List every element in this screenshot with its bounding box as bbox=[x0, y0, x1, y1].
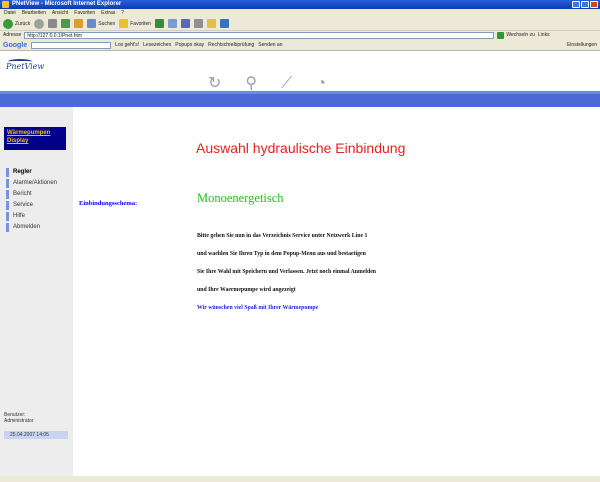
schema-label: Einbindungsschema: bbox=[79, 200, 138, 207]
back-label: Zurück bbox=[15, 20, 31, 27]
menu-help[interactable]: ? bbox=[121, 9, 124, 17]
messenger-icon[interactable] bbox=[220, 19, 230, 28]
user-name: Administrator bbox=[4, 418, 34, 424]
menu-bearbeiten[interactable]: Bearbeiten bbox=[22, 9, 46, 17]
menu-favoriten[interactable]: Favoriten bbox=[74, 9, 95, 17]
chart-icon[interactable]: ⟋ bbox=[281, 76, 292, 92]
nav-marker bbox=[6, 201, 9, 210]
google-toolbar: Google Los geht's! Lesezeichen Popups ok… bbox=[0, 40, 600, 51]
back-button[interactable]: Zurück bbox=[3, 18, 31, 29]
popups-button[interactable]: Popups okay bbox=[175, 42, 204, 48]
menu-ansicht[interactable]: Ansicht bbox=[52, 9, 68, 17]
favorites-button[interactable]: Favoriten bbox=[119, 19, 151, 28]
nav-marker bbox=[6, 223, 9, 232]
nav-marker bbox=[6, 168, 9, 177]
links-button[interactable]: Links bbox=[538, 31, 550, 40]
star-icon bbox=[119, 19, 129, 28]
settings-button[interactable]: Einstellungen bbox=[567, 42, 597, 48]
lightbulb-icon[interactable]: ⚲ bbox=[245, 76, 257, 92]
stop-icon[interactable] bbox=[48, 19, 58, 28]
close-button[interactable] bbox=[590, 1, 598, 8]
instruction-line: und waehlen Sie Ihren Typ in dem Popup-M… bbox=[197, 251, 366, 257]
sidebar-item-hilfe[interactable]: Hilfe bbox=[6, 211, 73, 222]
edit-icon[interactable] bbox=[194, 19, 204, 28]
menubar: Datei Bearbeiten Ansicht Favoriten Extra… bbox=[0, 9, 600, 17]
wp-display-link[interactable]: Wärmepumpen Display bbox=[4, 127, 66, 150]
history-icon[interactable] bbox=[155, 19, 165, 28]
google-search-input[interactable] bbox=[31, 41, 112, 49]
ie-icon bbox=[2, 1, 9, 8]
nav-marker bbox=[6, 212, 9, 221]
spellcheck-button[interactable]: Rechtschreibprüfung bbox=[208, 42, 254, 48]
sidebar-item-regler[interactable]: Regler bbox=[6, 167, 73, 178]
refresh-icon[interactable]: ↻ bbox=[208, 76, 221, 92]
sidebar-item-abmelden[interactable]: Abmelden bbox=[6, 222, 73, 233]
wp-display-line1: Wärmepumpen bbox=[7, 130, 51, 136]
page-title: Auswahl hydraulische Einbindung bbox=[196, 140, 406, 156]
instruction-line: Bitte gehen Sie nun in das Verzeichnis S… bbox=[197, 233, 368, 239]
sidebar-item-label: Regler bbox=[13, 169, 32, 175]
sidebar-item-label: Alarme/Aktionen bbox=[13, 180, 58, 186]
refresh-icon[interactable] bbox=[61, 19, 71, 28]
addressbar: Adresse http://127.0.0.1/Pnet.htm Wechse… bbox=[0, 31, 600, 40]
schema-value: Monoenergetisch bbox=[197, 191, 284, 205]
favorites-label: Favoriten bbox=[130, 20, 152, 27]
browser-toolbar: Zurück Suchen Favoriten bbox=[0, 17, 600, 31]
sidebar-item-bericht[interactable]: Bericht bbox=[6, 189, 73, 200]
statusbar bbox=[0, 476, 600, 482]
minimize-button[interactable] bbox=[572, 1, 580, 8]
header-band bbox=[0, 91, 600, 107]
bookmarks-button[interactable]: Lesezeichen bbox=[143, 42, 171, 48]
menu-extras[interactable]: Extras bbox=[101, 9, 115, 17]
instruction-line: Sie Ihre Wahl mit Speichern und Verlasse… bbox=[197, 269, 377, 275]
print-icon[interactable] bbox=[181, 19, 191, 28]
sidebar-nav: Regler Alarme/Aktionen Bericht Service H… bbox=[6, 167, 73, 233]
search-label: Suchen bbox=[98, 20, 116, 27]
forward-button[interactable] bbox=[34, 18, 45, 29]
back-arrow-icon bbox=[3, 18, 13, 29]
go-label: Wechseln zu bbox=[506, 32, 535, 38]
address-label: Adresse bbox=[3, 32, 22, 38]
timer-icon[interactable]: ◔ bbox=[316, 76, 326, 92]
address-input[interactable]: http://127.0.0.1/Pnet.htm bbox=[24, 32, 495, 39]
main-content: Auswahl hydraulische Einbindung Einbindu… bbox=[73, 107, 600, 482]
search-icon bbox=[87, 19, 97, 28]
window-titlebar: PNetView - Microsoft Internet Explorer bbox=[0, 0, 600, 9]
sidebar-item-service[interactable]: Service bbox=[6, 200, 73, 211]
nav-marker bbox=[6, 179, 9, 188]
go-arrow-icon bbox=[497, 32, 505, 39]
window-controls bbox=[572, 1, 598, 8]
sidebar-item-alarme[interactable]: Alarme/Aktionen bbox=[6, 178, 73, 189]
maximize-button[interactable] bbox=[581, 1, 589, 8]
google-go-button[interactable]: Los geht's! bbox=[115, 42, 139, 48]
sidebar: Wärmepumpen Display Regler Alarme/Aktion… bbox=[0, 107, 73, 482]
app-header: PnetView ↻ ⚲ ⟋ ◔ bbox=[0, 52, 600, 92]
sidebar-item-label: Service bbox=[13, 202, 34, 208]
sidebar-item-label: Hilfe bbox=[13, 213, 26, 219]
wp-display-line2: Display bbox=[7, 138, 29, 144]
window-title: PNetView - Microsoft Internet Explorer bbox=[12, 1, 122, 7]
folder-icon[interactable] bbox=[207, 19, 217, 28]
home-icon[interactable] bbox=[74, 19, 84, 28]
closing-message: Wir wünschen viel Spaß mit Ihrer Wärmepu… bbox=[197, 305, 319, 311]
instructions: Bitte gehen Sie nun in das Verzeichnis S… bbox=[197, 227, 587, 317]
nav-marker bbox=[6, 190, 9, 199]
user-info: Benutzer: Administrator bbox=[4, 412, 33, 424]
google-logo: Google bbox=[3, 41, 28, 49]
go-button[interactable]: Wechseln zu bbox=[497, 31, 535, 40]
menu-datei[interactable]: Datei bbox=[4, 9, 16, 17]
sidebar-item-label: Bericht bbox=[13, 191, 32, 197]
instruction-line: und Ihre Waermepumpe wird angezeigt bbox=[197, 287, 296, 293]
timestamp: 25.04.2007 14:05 bbox=[4, 431, 68, 439]
send-button[interactable]: Senden an bbox=[258, 42, 282, 48]
sidebar-item-label: Abmelden bbox=[13, 224, 41, 230]
app-logo: PnetView bbox=[6, 62, 45, 71]
search-button[interactable]: Suchen bbox=[87, 19, 115, 28]
header-nav-icons: ↻ ⚲ ⟋ ◔ bbox=[208, 76, 326, 92]
mail-icon[interactable] bbox=[168, 19, 178, 28]
